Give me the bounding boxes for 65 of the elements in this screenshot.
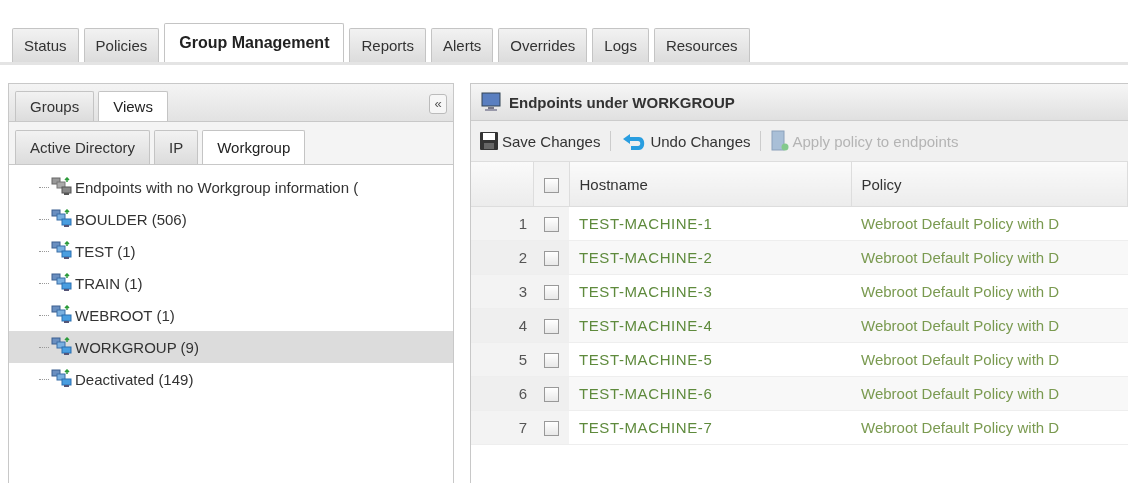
row-number: 6 (471, 376, 533, 411)
monitor-icon (481, 92, 501, 112)
row-number: 3 (471, 274, 533, 309)
row-number: 5 (471, 342, 533, 377)
column-header[interactable]: Hostname (569, 162, 851, 207)
row-checkbox[interactable] (543, 285, 559, 301)
tab[interactable]: Reports (349, 28, 426, 62)
computers-icon (51, 177, 73, 197)
hostname-cell: TEST-MACHINE-1 (569, 206, 851, 241)
row-number: 4 (471, 308, 533, 343)
tab[interactable]: Overrides (498, 28, 588, 62)
row-number: 7 (471, 410, 533, 445)
hostname-cell: TEST-MACHINE-5 (569, 342, 851, 377)
tree-item[interactable]: BOULDER (506) (9, 203, 453, 235)
tab[interactable]: Views (98, 91, 168, 121)
hostname-cell: TEST-MACHINE-4 (569, 308, 851, 343)
row-number: 1 (471, 206, 533, 241)
tab[interactable]: Logs (592, 28, 649, 62)
row-checkbox[interactable] (543, 421, 559, 437)
computers-icon (51, 241, 73, 261)
row-number: 2 (471, 240, 533, 275)
hostname-cell: TEST-MACHINE-7 (569, 410, 851, 445)
save-button[interactable]: Save Changes (477, 129, 603, 153)
tree-item[interactable]: Deactivated (149) (9, 363, 453, 395)
hostname-cell: TEST-MACHINE-3 (569, 274, 851, 309)
tree-item[interactable]: Endpoints with no Workgroup information ( (9, 171, 453, 203)
column-header[interactable]: Policy (851, 162, 1128, 207)
row-checkbox[interactable] (543, 217, 559, 233)
tree-item[interactable]: TEST (1) (9, 235, 453, 267)
save-icon (479, 131, 499, 151)
computers-icon (51, 369, 73, 389)
tab[interactable]: Alerts (431, 28, 494, 62)
tab[interactable]: Resources (653, 28, 750, 62)
panel-title: Endpoints under WORKGROUP (509, 93, 735, 111)
row-checkbox[interactable] (543, 251, 559, 267)
tab[interactable]: Group Management (164, 23, 345, 62)
policy-cell: Webroot Default Policy with D (851, 308, 1128, 343)
tab[interactable]: Policies (83, 28, 160, 62)
tab[interactable]: Groups (15, 91, 95, 121)
tree-item[interactable]: TRAIN (1) (9, 267, 453, 299)
policy-cell: Webroot Default Policy with D (851, 240, 1128, 275)
collapse-button[interactable]: « (429, 93, 447, 114)
policy-cell: Webroot Default Policy with D (851, 274, 1128, 309)
computers-icon (51, 273, 73, 293)
undo-button[interactable]: Undo Changes (619, 129, 753, 153)
row-checkbox[interactable] (543, 387, 559, 403)
row-checkbox[interactable] (543, 319, 559, 335)
hostname-cell: TEST-MACHINE-2 (569, 240, 851, 275)
tab[interactable]: IP (154, 130, 199, 164)
policy-cell: Webroot Default Policy with D (851, 410, 1128, 445)
row-checkbox[interactable] (543, 353, 559, 369)
tab[interactable]: Workgroup (202, 130, 306, 164)
computers-icon (51, 305, 73, 325)
tree-item[interactable]: WEBROOT (1) (9, 299, 453, 331)
computers-icon (51, 337, 73, 357)
hostname-cell: TEST-MACHINE-6 (569, 376, 851, 411)
tab[interactable]: Active Directory (15, 130, 151, 164)
document-icon (771, 130, 790, 152)
policy-cell: Webroot Default Policy with D (851, 206, 1128, 241)
policy-cell: Webroot Default Policy with D (851, 342, 1128, 377)
computers-icon (51, 209, 73, 229)
policy-cell: Webroot Default Policy with D (851, 376, 1128, 411)
select-all-checkbox[interactable] (543, 177, 559, 193)
tab[interactable]: Status (12, 28, 79, 62)
tree-item[interactable]: WORKGROUP (9) (9, 331, 453, 363)
